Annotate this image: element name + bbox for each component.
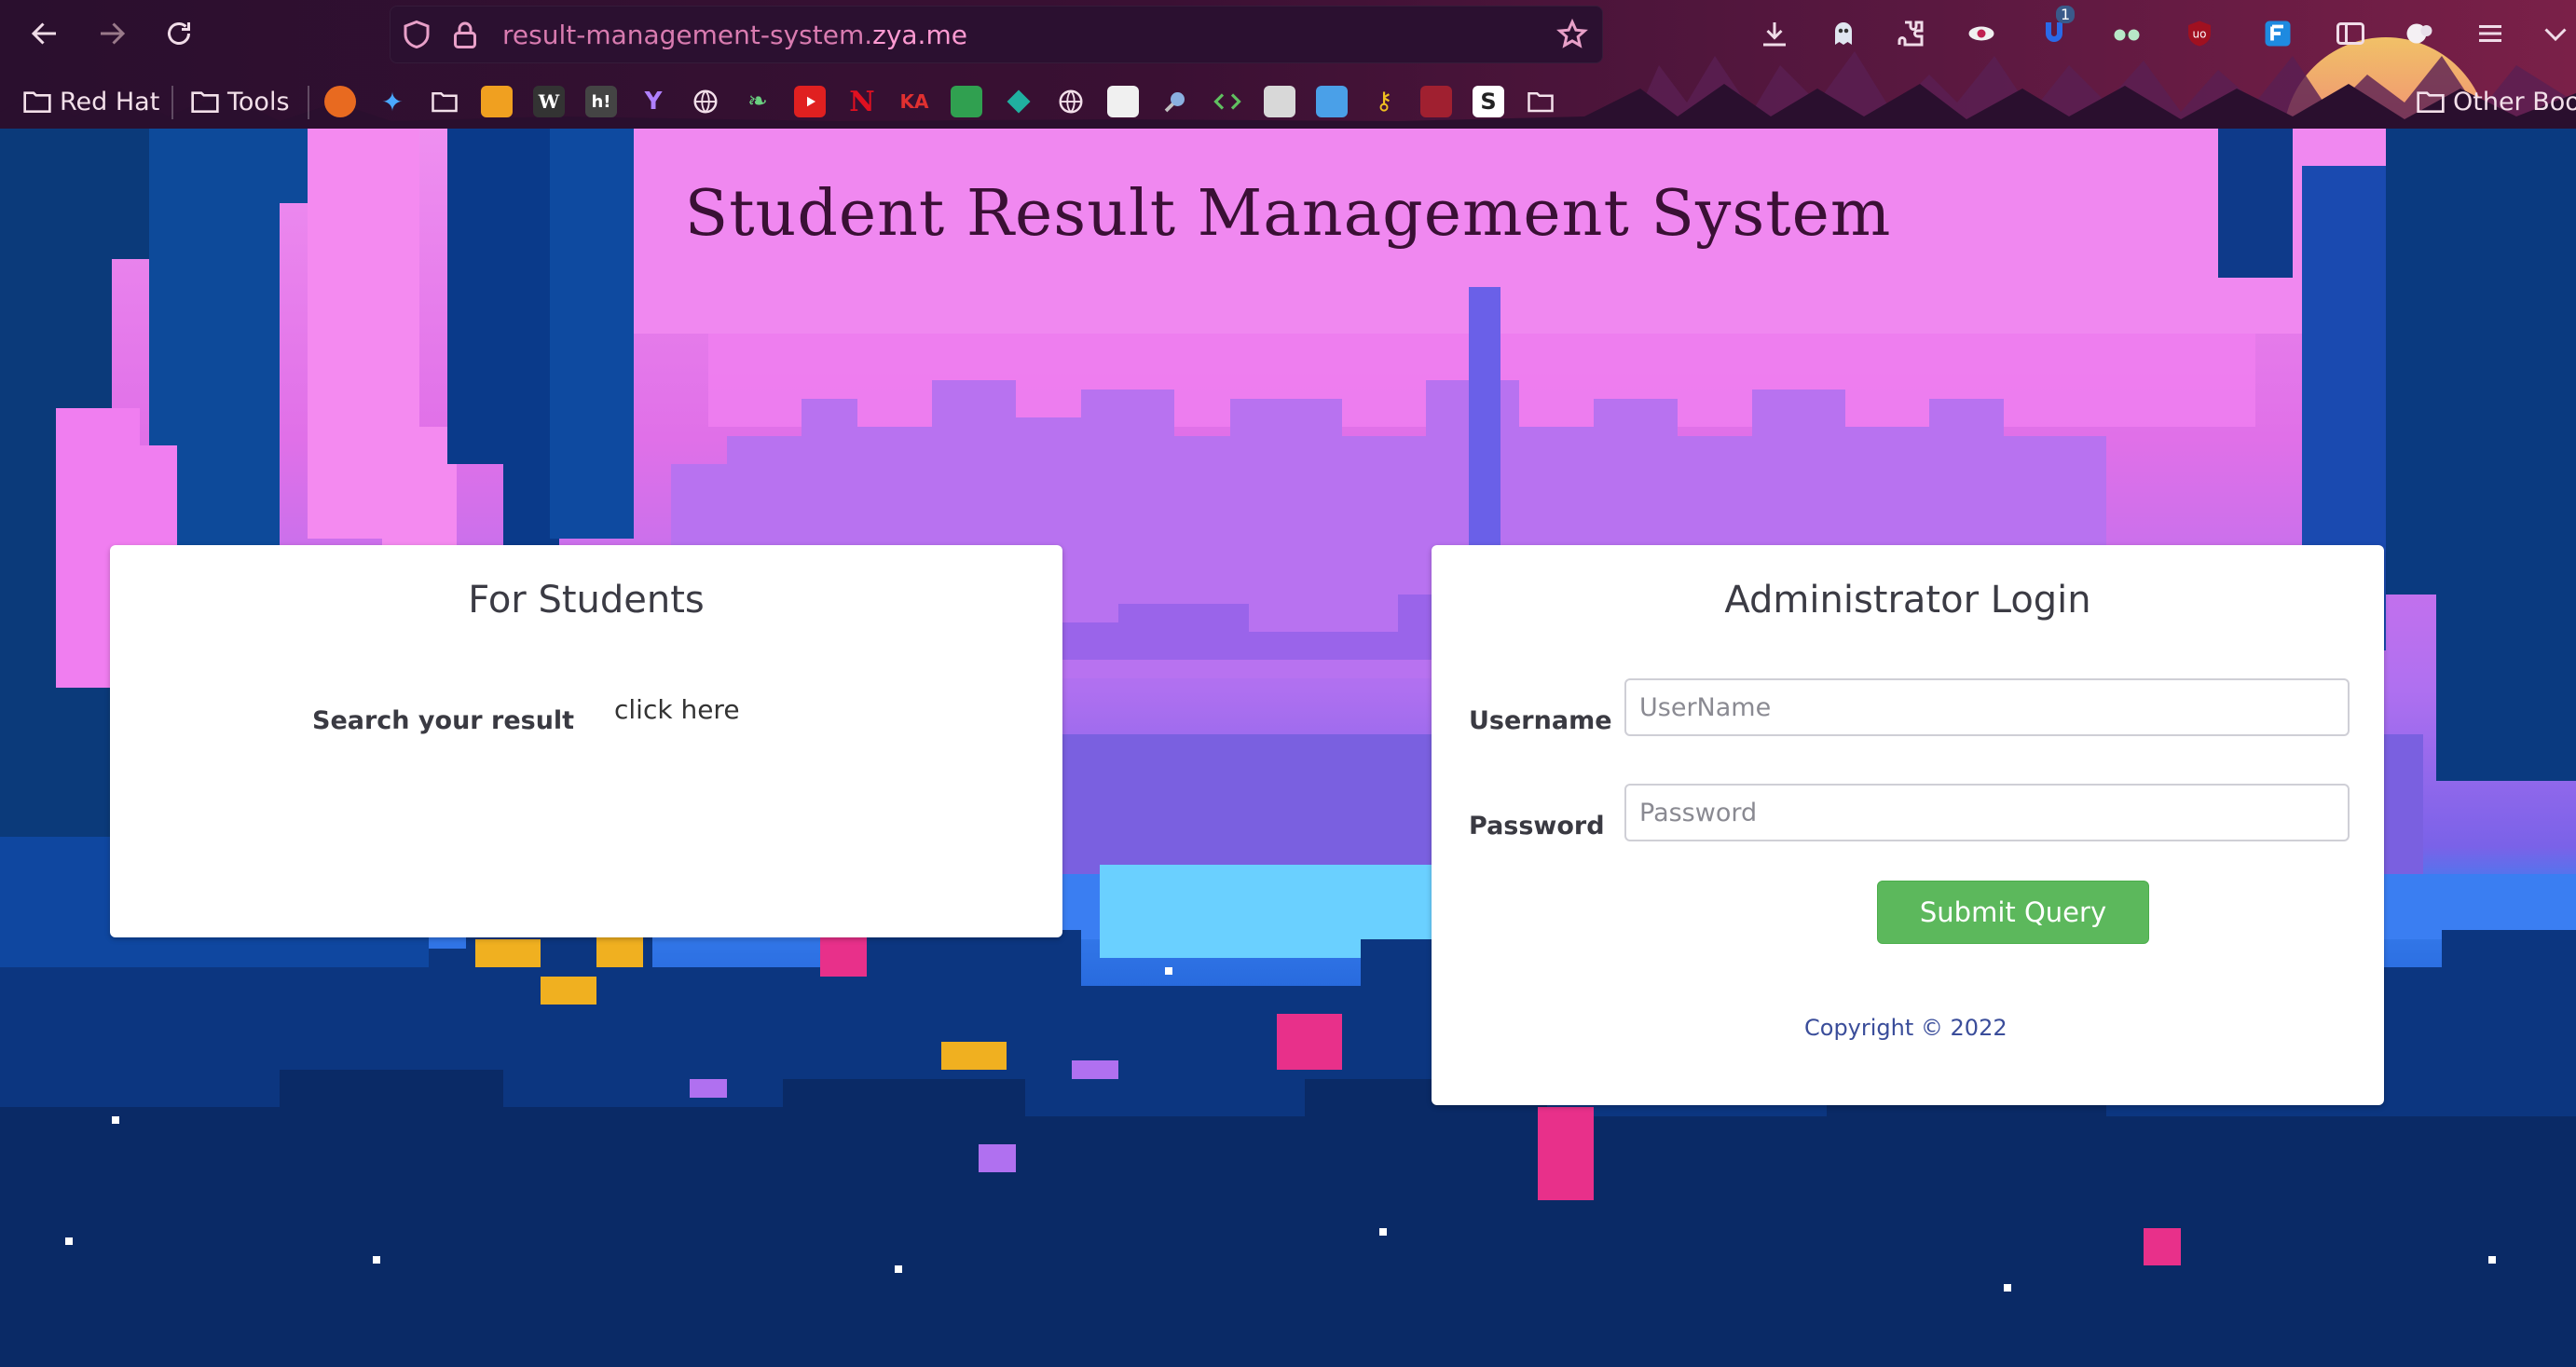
bookmark-other-bookmarks[interactable]: Other Boo: [2416, 82, 2576, 121]
bookmark-glyph: Y: [644, 88, 663, 116]
bookmark-globe-icon[interactable]: [1055, 86, 1087, 117]
bookmark-calendar-icon[interactable]: [481, 86, 513, 117]
bookmark-ka-icon[interactable]: KA: [898, 86, 930, 117]
admin-card-title: Administrator Login: [1724, 579, 2091, 622]
extensions-puzzle-icon[interactable]: [1892, 15, 1929, 52]
bookmark-folder-red-hat[interactable]: Red Hat: [22, 82, 159, 121]
url-domain: zya.me: [872, 20, 967, 50]
username-input[interactable]: [1624, 678, 2350, 736]
downloads-icon[interactable]: [1756, 15, 1793, 52]
back-button[interactable]: [24, 13, 65, 54]
shield-icon[interactable]: [398, 16, 435, 53]
bookmark-s-icon[interactable]: S: [1473, 86, 1504, 117]
username-label: Username: [1469, 706, 1612, 735]
extension-eye-icon[interactable]: [1963, 15, 2000, 52]
bookmark-y-icon[interactable]: Y: [637, 86, 669, 117]
search-result-label: Search your result: [312, 706, 575, 735]
bookmark-kite-icon[interactable]: [1107, 86, 1139, 117]
page-viewport: Student Result Management System For Stu…: [0, 129, 2576, 1367]
bookmark-apps-icon[interactable]: [1316, 86, 1348, 117]
folder-icon: [23, 91, 51, 113]
url-text: result-management-system.zya.me: [502, 20, 967, 50]
arrow-right-icon: [101, 22, 126, 45]
svg-text:uo: uo: [2193, 28, 2207, 41]
arrow-left-icon: [31, 22, 56, 45]
student-card-title: For Students: [468, 579, 705, 622]
extension-ghost-icon[interactable]: [1825, 15, 1862, 52]
bookmark-key-icon[interactable]: ⚷: [1368, 86, 1400, 117]
bookmark-glyph: h!: [591, 91, 611, 112]
menu-icon[interactable]: [2472, 15, 2509, 52]
reload-button[interactable]: [158, 13, 199, 54]
bookmark-label: Tools: [227, 87, 290, 116]
bookmark-youtube-icon[interactable]: [794, 86, 826, 117]
bookmark-meet-icon[interactable]: [951, 86, 982, 117]
ublock-icon[interactable]: uo: [2181, 15, 2218, 52]
folder-icon: [191, 91, 219, 113]
chevron-down-icon[interactable]: [2537, 15, 2574, 52]
bookmark-leaf-icon[interactable]: ❧: [742, 86, 774, 117]
reload-icon: [168, 22, 190, 45]
sidebar-toggle-icon[interactable]: [2332, 15, 2369, 52]
address-bar[interactable]: result-management-system.zya.me: [390, 6, 1603, 63]
submit-query-button[interactable]: Submit Query: [1877, 881, 2149, 944]
browser-chrome: result-management-system.zya.me 1 uo Red…: [0, 0, 2576, 129]
click-here-link[interactable]: click here: [614, 694, 740, 725]
folder-icon: [2417, 91, 2445, 113]
bookmark-folder-icon[interactable]: [429, 86, 460, 117]
bookmark-w-icon[interactable]: W: [533, 86, 565, 117]
bookmark-glyph: KA: [899, 90, 929, 113]
bookmark-brave-icon[interactable]: [324, 86, 356, 117]
extension-bubble-icon[interactable]: [2401, 15, 2438, 52]
copyright-text: Copyright © 2022: [1804, 1015, 2007, 1041]
password-label: Password: [1469, 812, 1605, 841]
extension-magnet-icon[interactable]: 1: [2035, 6, 2076, 52]
bookmarks-bar: Red Hat Tools ✦ W h! Y ❧ N KA ⚷ S Other …: [0, 78, 2576, 125]
password-input[interactable]: [1624, 784, 2350, 841]
bookmark-label: Other Boo: [2453, 87, 2576, 116]
page-title: Student Result Management System: [684, 177, 1892, 251]
toolbar: result-management-system.zya.me 1 uo: [0, 0, 2576, 69]
bookmark-folder-icon[interactable]: [1525, 86, 1556, 117]
bookmark-notes-icon[interactable]: [1264, 86, 1295, 117]
bookmark-t-icon[interactable]: [1420, 86, 1452, 117]
bookmark-glyph: W: [538, 90, 560, 113]
bookmark-sparkle-icon[interactable]: ✦: [377, 86, 408, 117]
student-card: For Students Search your result click he…: [110, 545, 1062, 937]
bookmark-star-icon[interactable]: [1554, 16, 1591, 53]
bookmark-netflix-icon[interactable]: N: [846, 86, 878, 118]
bookmark-glyph: S: [1480, 89, 1497, 115]
bookmark-diamond-icon[interactable]: [1003, 86, 1035, 117]
bookmark-globe-icon[interactable]: [690, 86, 721, 117]
forward-button[interactable]: [91, 13, 132, 54]
bookmark-code-icon[interactable]: [1212, 86, 1243, 117]
url-prefix: result-management-system.: [502, 20, 873, 50]
bookmark-label: Red Hat: [60, 87, 160, 116]
bookmark-search-icon[interactable]: [1159, 86, 1191, 117]
lock-icon[interactable]: [446, 16, 484, 53]
bookmark-separator: [171, 86, 173, 119]
badge-count: 1: [2056, 6, 2076, 23]
bookmark-hn-icon[interactable]: h!: [585, 86, 617, 117]
extension-glasses-icon[interactable]: [2108, 15, 2145, 52]
bookmark-folder-tools[interactable]: Tools: [190, 82, 290, 121]
bookmark-separator: [308, 86, 309, 119]
extension-f-icon[interactable]: [2259, 15, 2296, 52]
